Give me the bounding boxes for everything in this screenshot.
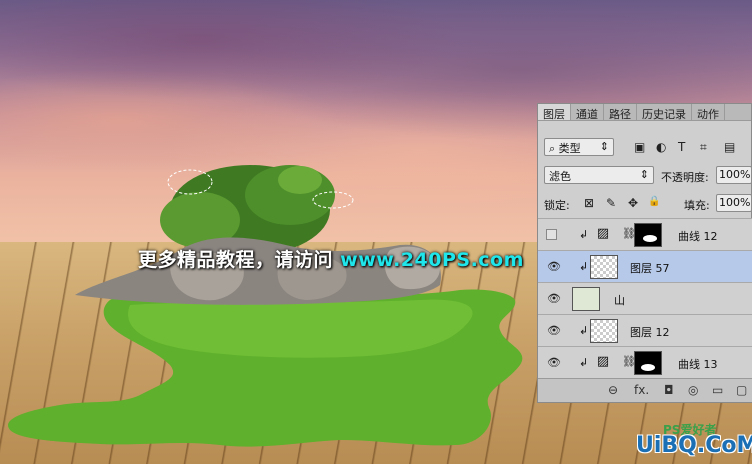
filter-type-label: 类型 <box>558 142 581 155</box>
layer-thumbnail <box>590 255 618 279</box>
search-icon: ⌕ <box>549 142 556 155</box>
curves-adjustment-icon: ▨ <box>596 354 610 369</box>
panel-tabs: 图层 通道 路径 历史记录 动作 <box>538 104 751 121</box>
clipping-arrow-icon: ↲ <box>579 324 589 337</box>
link-layers-icon[interactable]: ⊖ <box>608 383 618 397</box>
shape-filter-icon[interactable]: ⌗ <box>700 140 707 155</box>
eye-icon[interactable]: 👁 <box>547 260 561 273</box>
curves-adjustment-icon: ▨ <box>596 226 610 241</box>
layer-name[interactable]: 图层 57 <box>630 260 670 276</box>
layer-row-layer-57[interactable]: 👁 ↲ 图层 57 <box>538 250 752 282</box>
layer-name[interactable]: 图层 12 <box>630 324 670 340</box>
tab-channels[interactable]: 通道 <box>571 104 604 121</box>
lock-image-icon[interactable]: ✎ <box>606 196 616 210</box>
add-mask-icon[interactable]: ◘ <box>664 383 674 397</box>
layer-row-mountain[interactable]: 👁 山 <box>538 282 752 314</box>
tab-actions[interactable]: 动作 <box>692 104 725 121</box>
fill-label: 填充: <box>684 199 710 212</box>
smart-object-thumbnail <box>572 287 600 311</box>
clipping-arrow-icon: ↲ <box>579 228 589 241</box>
site-logo: UiBQ.CoM <box>636 433 752 458</box>
filter-type-select[interactable]: ⌕ 类型 ⇕ <box>544 138 614 156</box>
fx-icon[interactable]: fx. <box>634 383 649 397</box>
type-filter-icon[interactable]: T <box>678 140 685 154</box>
clipping-arrow-icon: ↲ <box>579 260 589 273</box>
select-arrows-icon: ⇕ <box>639 168 649 181</box>
watermark-url: www.240PS.com <box>340 249 524 271</box>
watermark-chinese: 更多精品教程，请访问 <box>138 249 334 271</box>
panel-bottom-toolbar: ⊖ fx. ◘ ◎ ▭ ▢ <box>538 378 752 402</box>
opacity-label: 不透明度: <box>661 171 709 184</box>
new-group-icon[interactable]: ▭ <box>712 383 723 397</box>
tab-layers[interactable]: 图层 <box>538 104 571 121</box>
layers-panel: 图层 通道 路径 历史记录 动作 ⌕ 类型 ⇕ ▣ ◐ T ⌗ ▤ 滤色 ⇕ 不… <box>537 103 752 403</box>
opacity-input[interactable]: 100% <box>716 166 752 184</box>
layer-row-layer-12[interactable]: 👁 ↲ 图层 12 <box>538 314 752 346</box>
blend-mode-value: 滤色 <box>549 170 571 183</box>
fill-input[interactable]: 100% <box>716 194 752 212</box>
eye-icon[interactable]: 👁 <box>547 292 561 305</box>
visibility-toggle[interactable] <box>546 229 557 240</box>
lock-label: 锁定: <box>544 199 570 212</box>
select-arrows-icon: ⇕ <box>599 140 609 153</box>
layer-row-curves-13[interactable]: 👁 ↲ ▨ ⛓ 曲线 13 <box>538 346 752 378</box>
lock-position-icon[interactable]: ✥ <box>628 196 638 210</box>
blend-mode-select[interactable]: 滤色 ⇕ <box>544 166 654 184</box>
pixel-filter-icon[interactable]: ▣ <box>634 140 645 154</box>
clipping-arrow-icon: ↲ <box>579 356 589 369</box>
layer-row-curves-12[interactable]: ↲ ▨ ⛓ 曲线 12 <box>538 218 752 250</box>
eye-icon[interactable]: 👁 <box>547 356 561 369</box>
watermark-text: 更多精品教程，请访问 www.240PS.com <box>138 245 524 272</box>
adjustment-filter-icon[interactable]: ◐ <box>656 140 666 154</box>
tab-paths[interactable]: 路径 <box>604 104 637 121</box>
lock-all-icon[interactable]: 🔒 <box>648 196 660 207</box>
layer-name[interactable]: 曲线 13 <box>678 356 718 372</box>
layer-thumbnail <box>590 319 618 343</box>
tab-history[interactable]: 历史记录 <box>637 104 692 121</box>
layer-mask-thumbnail[interactable] <box>634 223 662 247</box>
smart-object-filter-icon[interactable]: ▤ <box>724 140 735 154</box>
adjustment-layer-icon[interactable]: ◎ <box>688 383 698 397</box>
lock-transparent-icon[interactable]: ⊠ <box>584 196 594 210</box>
layer-name[interactable]: 曲线 12 <box>678 228 718 244</box>
layer-name[interactable]: 山 <box>614 292 625 308</box>
layer-mask-thumbnail[interactable] <box>634 351 662 375</box>
eye-icon[interactable]: 👁 <box>547 324 561 337</box>
new-layer-icon[interactable]: ▢ <box>736 383 747 397</box>
